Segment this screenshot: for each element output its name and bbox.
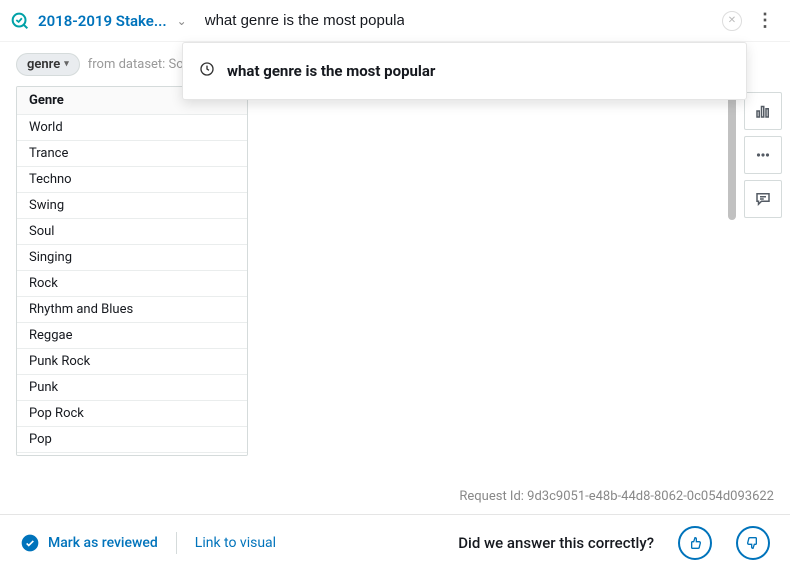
query-suggestion-dropdown: what genre is the most popular [182,42,747,100]
table-row[interactable]: Orchestra [17,453,247,456]
request-id: Request Id: 9d3c9051-e48b-44d8-8062-0c05… [459,489,774,504]
from-dataset-label: from dataset: So [88,57,184,72]
caret-down-icon: ▾ [64,59,69,69]
query-topbar: 2018-2019 Stake... ⌄ ✕ ⋮ [0,0,790,42]
mark-reviewed-button[interactable]: Mark as reviewed [20,533,158,553]
thumbs-down-button[interactable] [736,526,770,560]
feedback-question: Did we answer this correctly? [458,534,654,552]
history-icon [199,61,215,81]
link-to-visual-button[interactable]: Link to visual [195,535,276,551]
genre-table[interactable]: Genre WorldTranceTechnoSwingSoulSingingR… [16,86,248,456]
right-toolbar [744,92,782,218]
thumbs-up-button[interactable] [678,526,712,560]
table-row[interactable]: Singing [17,245,247,271]
query-input[interactable] [197,8,412,33]
kebab-menu-icon[interactable]: ⋮ [748,10,782,31]
table-row[interactable]: Punk Rock [17,349,247,375]
answer-area: Genre WorldTranceTechnoSwingSoulSingingR… [16,86,738,512]
quicksight-q-icon [8,9,32,33]
datasource-selector[interactable]: 2018-2019 Stake... [38,12,167,30]
vertical-scrollbar[interactable] [728,90,736,220]
chevron-down-icon[interactable]: ⌄ [173,14,191,28]
suggestion-text: what genre is the most popular [227,62,435,80]
feedback-footer: Mark as reviewed Link to visual Did we a… [0,514,790,570]
table-row[interactable]: Techno [17,167,247,193]
table-row[interactable]: Pop Rock [17,401,247,427]
table-row[interactable]: Reggae [17,323,247,349]
filter-pill-genre[interactable]: genre ▾ [16,53,80,76]
filter-pill-label: genre [27,57,60,72]
table-row[interactable]: Punk [17,375,247,401]
divider [176,532,177,554]
table-row[interactable]: Pop [17,427,247,453]
table-row[interactable]: Swing [17,193,247,219]
feedback-button[interactable] [744,180,782,218]
mark-reviewed-label: Mark as reviewed [48,535,158,551]
table-row[interactable]: Trance [17,141,247,167]
table-row[interactable]: World [17,115,247,141]
suggestion-item[interactable]: what genre is the most popular [183,53,746,89]
table-row[interactable]: Soul [17,219,247,245]
more-options-button[interactable] [744,136,782,174]
chart-type-button[interactable] [744,92,782,130]
table-row[interactable]: Rhythm and Blues [17,297,247,323]
clear-icon[interactable]: ✕ [722,11,742,31]
check-circle-icon [20,533,40,553]
table-row[interactable]: Rock [17,271,247,297]
